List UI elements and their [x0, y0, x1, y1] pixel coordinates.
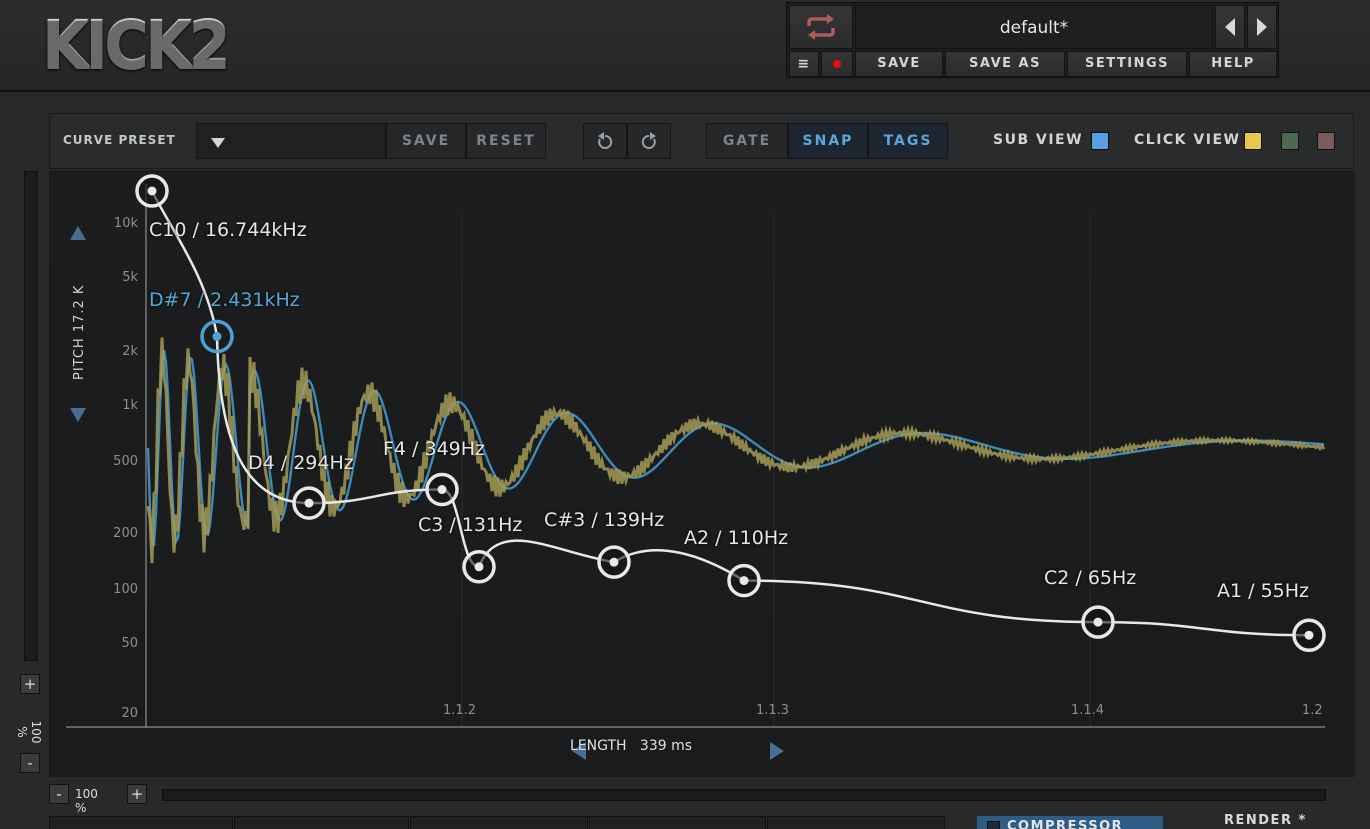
- node-label-c2: C2 / 65Hz: [1044, 567, 1137, 589]
- vertical-zoom-in-button[interactable]: +: [20, 674, 40, 694]
- next-preset-button[interactable]: [1247, 5, 1277, 49]
- curve-node-dot: [147, 186, 157, 196]
- curve-node-dot: [1304, 630, 1314, 640]
- loop-button[interactable]: [789, 5, 853, 49]
- curve-preset-label: CURVE PRESET: [63, 133, 176, 147]
- gate-toggle[interactable]: GATE: [706, 123, 788, 159]
- help-button[interactable]: HELP: [1189, 51, 1277, 77]
- curve-node-dot: [304, 498, 314, 508]
- curve-node-dot: [212, 332, 222, 342]
- loop-arrows-icon: [807, 14, 835, 40]
- bottom-tab[interactable]: [49, 816, 233, 829]
- snap-toggle[interactable]: SNAP: [788, 123, 868, 159]
- node-label-a1: A1 / 55Hz: [1217, 580, 1310, 602]
- save-button[interactable]: SAVE: [855, 51, 943, 77]
- vertical-scrollbar[interactable]: [24, 171, 38, 661]
- y-tick-label: 200: [113, 526, 138, 541]
- preset-panel: default* ≡ SAVE SAVE AS SETTINGS HELP: [786, 2, 1279, 78]
- node-label-c10: C10 / 16.744kHz: [149, 219, 307, 241]
- y-tick-label: 1k: [122, 398, 138, 413]
- node-label-ds7: D#7 / 2.431kHz: [149, 289, 300, 311]
- sub-view-label: SUB VIEW: [993, 132, 1084, 148]
- redo-icon: [641, 132, 656, 149]
- node-label-c3: C3 / 131Hz: [418, 514, 523, 536]
- length-display: LENGTH 339 ms: [570, 738, 692, 754]
- vertical-zoom-value: 100 %: [15, 720, 43, 744]
- record-button[interactable]: [821, 51, 853, 77]
- header-bar: KICK2 default* ≡ SAVE SAVE AS SETTINGS H…: [0, 0, 1370, 92]
- curve-node-dot: [437, 485, 447, 495]
- bottom-tab[interactable]: [767, 816, 945, 829]
- curve-node-dot: [474, 562, 484, 572]
- preset-name-display[interactable]: default*: [855, 5, 1213, 49]
- y-tick-label: 50: [121, 636, 138, 651]
- horizontal-zoom-value: 100 %: [75, 787, 98, 815]
- dropdown-arrow-icon: [211, 138, 225, 148]
- arrow-left-icon: [1225, 18, 1235, 36]
- kick2-logo: KICK2: [42, 6, 231, 83]
- node-label-a2: A2 / 110Hz: [684, 527, 789, 549]
- vertical-zoom-out-button[interactable]: -: [20, 753, 40, 773]
- undo-icon: [598, 132, 613, 149]
- undo-button[interactable]: [583, 123, 627, 159]
- bottom-tab[interactable]: [234, 816, 409, 829]
- x-tick-label: 1.1.3: [756, 703, 790, 718]
- hamburger-menu-icon: ≡: [797, 56, 811, 72]
- menu-button[interactable]: ≡: [789, 51, 819, 77]
- x-tick-label: 1.1.4: [1071, 703, 1105, 718]
- curve-reset-button[interactable]: RESET: [466, 123, 546, 159]
- node-label-f4: F4 / 349Hz: [383, 438, 486, 460]
- node-label-d4: D4 / 294Hz: [248, 452, 354, 474]
- save-as-button[interactable]: SAVE AS: [945, 51, 1065, 77]
- y-tick-label: 2k: [122, 344, 138, 359]
- horizontal-scrollbar[interactable]: [162, 789, 1326, 801]
- bottom-tab[interactable]: [410, 816, 588, 829]
- sub-view-color-swatch[interactable]: [1091, 132, 1109, 150]
- settings-button[interactable]: SETTINGS: [1067, 51, 1187, 77]
- curve-preset-dropdown[interactable]: [196, 123, 386, 159]
- y-tick-label: 500: [113, 454, 138, 469]
- node-label-cs3: C#3 / 139Hz: [544, 509, 665, 531]
- click-view-green-swatch[interactable]: [1281, 132, 1299, 150]
- curve-toolbar: CURVE PRESET SAVE RESET GATE SNAP TAGS S…: [49, 113, 1354, 169]
- curve-node-dot: [1093, 617, 1103, 627]
- curve-save-button[interactable]: SAVE: [386, 123, 466, 159]
- length-label: LENGTH: [570, 738, 627, 754]
- record-dot-icon: [833, 60, 841, 68]
- x-tick-label: 1.2: [1302, 703, 1323, 718]
- render-button[interactable]: RENDER *: [1224, 813, 1307, 828]
- curve-node-dot: [739, 576, 749, 586]
- compressor-enable-checkbox[interactable]: [987, 821, 1000, 829]
- horizontal-zoom-in-button[interactable]: +: [127, 784, 147, 804]
- redo-button[interactable]: [627, 123, 671, 159]
- click-view-brown-swatch[interactable]: [1317, 132, 1335, 150]
- y-tick-label: 20: [121, 706, 138, 721]
- previous-preset-button[interactable]: [1215, 5, 1245, 49]
- click-view-yellow-swatch[interactable]: [1244, 132, 1262, 150]
- click-view-label: CLICK VIEW: [1134, 132, 1241, 148]
- kick2-plugin-window: KICK2 default* ≡ SAVE SAVE AS SETTINGS H…: [0, 0, 1370, 829]
- x-tick-label: 1.1.2: [443, 703, 477, 718]
- bottom-tab[interactable]: [589, 816, 766, 829]
- pitch-envelope-editor[interactable]: PITCH 17.2 K 10k 5k 2k 1k 500 200 100 50…: [49, 171, 1355, 777]
- y-tick-label: 10k: [113, 216, 138, 231]
- pitch-graph[interactable]: [50, 172, 1355, 777]
- y-tick-label: 100: [113, 582, 138, 597]
- arrow-right-icon: [1257, 18, 1267, 36]
- curve-node-dot: [609, 557, 619, 567]
- compressor-tab[interactable]: COMPRESSOR: [977, 816, 1163, 829]
- length-value[interactable]: 339 ms: [640, 738, 692, 754]
- pitch-axis-label: PITCH 17.2 K: [72, 284, 87, 380]
- y-tick-label: 5k: [122, 270, 138, 285]
- tags-toggle[interactable]: TAGS: [868, 123, 948, 159]
- horizontal-zoom-out-button[interactable]: -: [49, 784, 69, 804]
- compressor-label: COMPRESSOR: [1007, 819, 1124, 829]
